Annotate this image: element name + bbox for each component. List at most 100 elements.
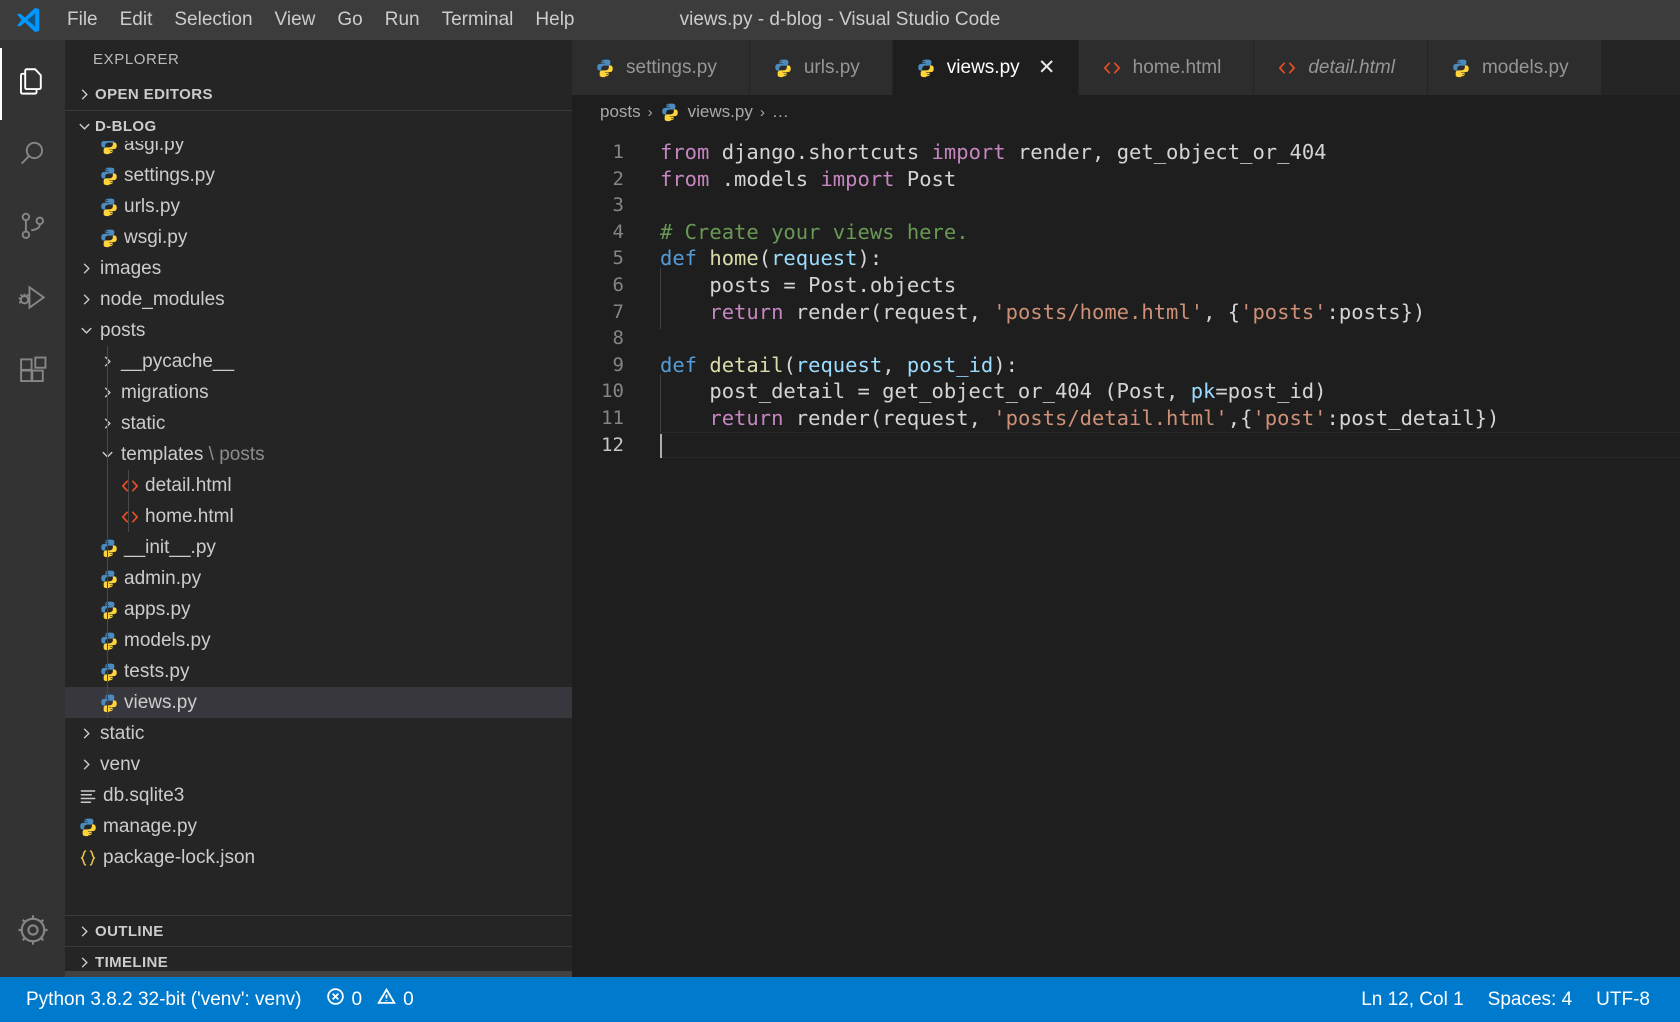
code-line[interactable]: 4 # Create your views here. <box>572 219 1680 246</box>
line-number: 12 <box>601 433 624 456</box>
menu-view[interactable]: View <box>264 0 327 40</box>
chevron-right-icon[interactable] <box>75 749 98 780</box>
menu-go[interactable]: Go <box>326 0 373 40</box>
tree-file-models-py[interactable]: models.py <box>65 625 572 656</box>
tab-views-py[interactable]: views.py ✕ <box>892 40 1079 95</box>
activity-extensions[interactable] <box>0 336 65 408</box>
menu-selection[interactable]: Selection <box>163 0 263 40</box>
tree-file-urls-py[interactable]: urls.py <box>65 191 572 222</box>
section-outline[interactable]: OUTLINE <box>65 915 572 946</box>
code-line[interactable]: 8 <box>572 325 1680 352</box>
file-tree[interactable]: asgi.py settings.py urls.py wsgi.py images no… <box>65 141 572 915</box>
menu-terminal[interactable]: Terminal <box>431 0 525 40</box>
tree-file-tests-py[interactable]: tests.py <box>65 656 572 687</box>
chevron-right-icon[interactable] <box>75 253 98 284</box>
menu-file[interactable]: File <box>56 0 109 40</box>
breadcrumb-item-1[interactable]: views.py <box>660 102 753 122</box>
line-number: 5 <box>612 247 624 270</box>
menu-help[interactable]: Help <box>524 0 585 40</box>
tree-folder-migrations[interactable]: migrations <box>65 377 572 408</box>
tree-folder-static[interactable]: static <box>65 718 572 749</box>
chevron-down-icon[interactable] <box>75 315 98 346</box>
code-line-text: from django.shortcuts import render, get… <box>642 139 1327 166</box>
chevron-right-icon[interactable] <box>75 718 98 749</box>
indent-guide <box>660 400 661 436</box>
tree-file-manage-py[interactable]: manage.py <box>65 811 572 842</box>
section-project-root[interactable]: D-BLOG <box>65 110 572 141</box>
chevron-right-icon[interactable] <box>75 284 98 315</box>
close-icon[interactable]: ✕ <box>1034 55 1060 81</box>
tree-folder-pycache[interactable]: __pycache__ <box>65 346 572 377</box>
status-bar: Python 3.8.2 32-bit ('venv': venv) 0 0 L… <box>0 977 1680 1022</box>
tab-label: home.html <box>1132 56 1222 78</box>
tree-file-detail-html[interactable]: detail.html <box>65 470 572 501</box>
tree-file-home-html[interactable]: home.html <box>65 501 572 532</box>
status-problems[interactable]: 0 0 <box>314 977 426 1022</box>
tree-file-db-sqlite3[interactable]: db.sqlite3 <box>65 780 572 811</box>
code-line[interactable]: 9 def detail(request, post_id): <box>572 352 1680 379</box>
status-cursor-position[interactable]: Ln 12, Col 1 <box>1349 977 1475 1022</box>
status-indentation[interactable]: Spaces: 4 <box>1476 977 1585 1022</box>
activity-bar <box>0 40 65 977</box>
text-caret <box>660 433 662 458</box>
breadcrumb-item-0[interactable]: posts <box>600 102 641 122</box>
section-open-editors[interactable]: OPEN EDITORS <box>65 79 572 110</box>
code-line[interactable]: 1 from django.shortcuts import render, ge… <box>572 139 1680 166</box>
html-file-icon <box>1099 58 1125 78</box>
tree-item-label: admin.py <box>124 567 202 589</box>
code-line[interactable]: 2 from .models import Post <box>572 166 1680 193</box>
json-file-icon <box>75 842 101 873</box>
activity-run-and-debug[interactable] <box>0 264 65 336</box>
code-line[interactable]: 3 <box>572 192 1680 219</box>
breadcrumb[interactable]: posts › views.py ›… <box>572 95 1680 129</box>
activity-explorer[interactable] <box>0 48 65 120</box>
tree-folder-posts[interactable]: posts <box>65 315 572 346</box>
python-file-icon <box>96 222 122 253</box>
tree-file-views-py[interactable]: views.py <box>65 687 572 718</box>
code-line[interactable]: 11 return render(request, 'posts/detail.… <box>572 400 1680 436</box>
tree-file-settings-py[interactable]: settings.py <box>65 160 572 191</box>
breadcrumb-item-2[interactable]: … <box>772 102 789 122</box>
status-encoding[interactable]: UTF-8 <box>1584 977 1662 1022</box>
tree-folder-static[interactable]: static <box>65 408 572 439</box>
editor-tab-bar[interactable]: settings.py urls.py views.py ✕ home.html deta… <box>572 40 1680 95</box>
code-line[interactable]: 5 def home(request): <box>572 245 1680 272</box>
tree-file-asgi-py[interactable]: asgi.py <box>65 141 572 160</box>
tree-folder-node-modules[interactable]: node_modules <box>65 284 572 315</box>
code-line[interactable]: 7 return render(request, 'posts/home.htm… <box>572 294 1680 330</box>
code-token: 'posts' <box>1240 299 1327 324</box>
tree-file-apps-py[interactable]: apps.py <box>65 594 572 625</box>
tab-home-html[interactable]: home.html <box>1078 40 1255 95</box>
tab-settings-py[interactable]: settings.py <box>572 40 750 95</box>
tree-item-label: asgi.py <box>124 141 185 155</box>
status-python-interpreter[interactable]: Python 3.8.2 32-bit ('venv': venv) <box>14 977 314 1022</box>
tab-urls-py[interactable]: urls.py <box>749 40 893 95</box>
activity-search[interactable] <box>0 120 65 192</box>
tree-folder-venv[interactable]: venv <box>65 749 572 780</box>
code-token: post_detail = get_object_or_404 (Post, <box>660 379 1191 404</box>
tree-file-package-lock-json[interactable]: package-lock.json <box>65 842 572 873</box>
code-line[interactable]: 6 posts = Post.objects <box>572 267 1680 303</box>
tree-file-admin-py[interactable]: admin.py <box>65 563 572 594</box>
project-root-label: D-BLOG <box>95 117 157 135</box>
sidebar-horizontal-scrollbar[interactable] <box>65 971 572 977</box>
breadcrumb-item-label: … <box>771 102 789 121</box>
tab-models-py[interactable]: models.py <box>1427 40 1602 95</box>
explorer-sidebar: EXPLORER OPEN EDITORS D-BLOG asgi.py sett… <box>65 40 572 977</box>
tab-detail-html[interactable]: detail.html <box>1254 40 1428 95</box>
tree-file-init-py[interactable]: __init__.py <box>65 532 572 563</box>
activity-manage-settings[interactable] <box>0 905 65 977</box>
tree-folder-images[interactable]: images <box>65 253 572 284</box>
source-control-icon <box>16 209 50 248</box>
menu-edit[interactable]: Edit <box>109 0 164 40</box>
tree-file-wsgi-py[interactable]: wsgi.py <box>65 222 572 253</box>
python-file-icon <box>96 532 122 563</box>
activity-source-control[interactable] <box>0 192 65 264</box>
tree-folder-templates[interactable]: templates \ posts <box>65 439 572 470</box>
menu-run[interactable]: Run <box>374 0 431 40</box>
code-line[interactable]: 10 post_detail = get_object_or_404 (Post… <box>572 374 1680 409</box>
vscode-window: File Edit Selection View Go Run Terminal… <box>0 0 1680 1022</box>
code-editor[interactable]: 1 from django.shortcuts import render, ge… <box>572 129 1680 977</box>
